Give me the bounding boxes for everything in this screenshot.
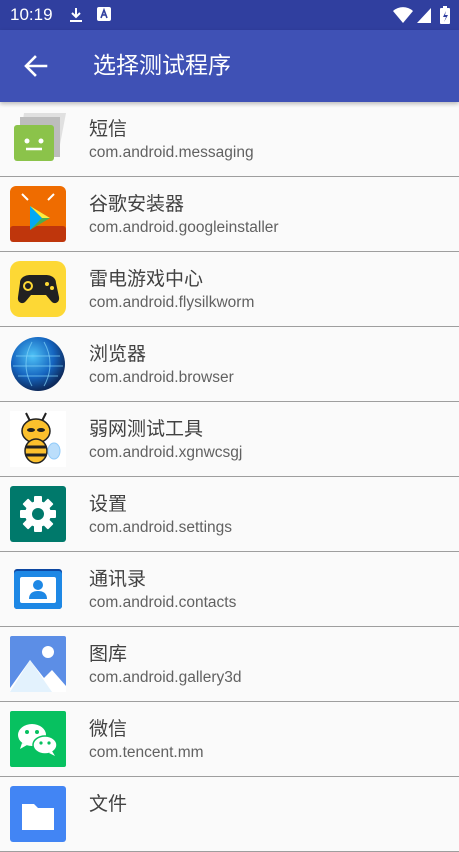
app-row-files[interactable]: 文件 (0, 777, 459, 852)
app-row-messaging[interactable]: 短信 com.android.messaging (0, 102, 459, 177)
a-notification-icon (97, 7, 111, 21)
app-package: com.android.googleinstaller (89, 219, 279, 236)
status-time: 10:19 (10, 5, 53, 24)
google-installer-icon (10, 186, 66, 242)
battery-icon (440, 6, 450, 24)
status-bar: 10:19 (0, 0, 459, 30)
app-package: com.android.contacts (89, 594, 237, 611)
gear-icon (10, 486, 66, 542)
app-name: 短信 (89, 118, 128, 140)
page-title: 选择测试程序 (93, 53, 231, 79)
wifi-icon (393, 7, 413, 23)
app-row-gallery[interactable]: 图库 com.android.gallery3d (0, 627, 459, 702)
app-row-browser[interactable]: 浏览器 com.android.browser (0, 327, 459, 402)
globe-icon (11, 337, 65, 391)
app-row-settings[interactable]: 设置 com.android.settings (0, 477, 459, 552)
app-name: 设置 (89, 493, 128, 515)
app-name: 谷歌安装器 (89, 193, 185, 215)
wechat-icon (10, 711, 66, 767)
app-package: com.android.settings (89, 519, 233, 536)
download-icon (70, 8, 82, 22)
gamepad-icon (10, 261, 66, 317)
app-bar: 选择测试程序 (0, 30, 459, 102)
app-name: 浏览器 (89, 343, 147, 365)
app-row-contacts[interactable]: 通讯录 com.android.contacts (0, 552, 459, 627)
signal-icon (417, 8, 431, 23)
app-name: 弱网测试工具 (89, 418, 204, 440)
bee-icon (10, 411, 66, 467)
app-package: com.android.messaging (89, 144, 254, 161)
app-package: com.android.gallery3d (89, 669, 242, 686)
app-row-flysilkworm[interactable]: 雷电游戏中心 com.android.flysilkworm (0, 252, 459, 327)
app-list: 短信 com.android.messaging 谷歌安装器 com.andro… (0, 102, 459, 852)
gallery-icon (10, 636, 66, 692)
app-name: 通讯录 (89, 568, 147, 590)
back-arrow-icon[interactable] (22, 52, 50, 80)
app-package: com.android.browser (89, 369, 234, 386)
app-name: 微信 (89, 718, 128, 740)
app-name: 雷电游戏中心 (89, 268, 204, 290)
app-package: com.android.xgnwcsgj (89, 444, 243, 461)
app-package: com.android.flysilkworm (89, 294, 255, 311)
folder-icon (10, 786, 66, 842)
app-package: com.tencent.mm (89, 744, 204, 761)
app-name: 文件 (89, 793, 128, 815)
messaging-icon (14, 113, 66, 161)
app-row-googleinstaller[interactable]: 谷歌安装器 com.android.googleinstaller (0, 177, 459, 252)
app-name: 图库 (89, 643, 128, 665)
contacts-icon (14, 569, 62, 609)
app-row-xgnwcsgj[interactable]: 弱网测试工具 com.android.xgnwcsgj (0, 402, 459, 477)
app-row-wechat[interactable]: 微信 com.tencent.mm (0, 702, 459, 777)
